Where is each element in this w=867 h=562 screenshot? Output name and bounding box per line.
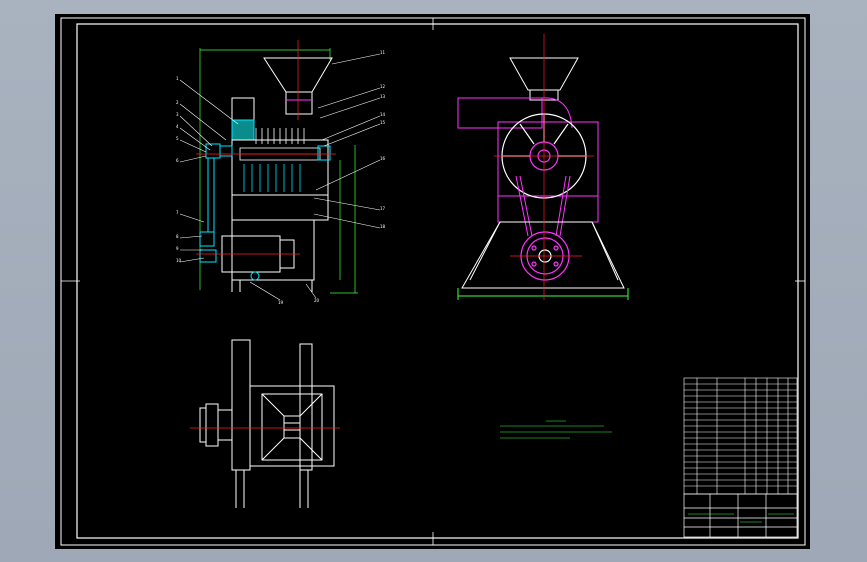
callout-19: 19 — [278, 300, 284, 305]
callout-18: 18 — [380, 224, 386, 229]
callout-12: 12 — [380, 84, 386, 89]
callout-20: 20 — [314, 298, 320, 303]
callout-14: 14 — [380, 112, 386, 117]
callout-15: 15 — [380, 120, 386, 125]
cad-viewport: 1 2 3 4 5 6 7 8 9 10 11 12 13 14 15 16 1… — [0, 0, 867, 562]
cad-drawing[interactable]: 1 2 3 4 5 6 7 8 9 10 11 12 13 14 15 16 1… — [0, 0, 867, 562]
callout-17: 17 — [380, 206, 386, 211]
callout-13: 13 — [380, 94, 386, 99]
callout-16: 16 — [380, 156, 386, 161]
callout-11: 11 — [380, 50, 386, 55]
callout-10: 10 — [176, 258, 182, 263]
